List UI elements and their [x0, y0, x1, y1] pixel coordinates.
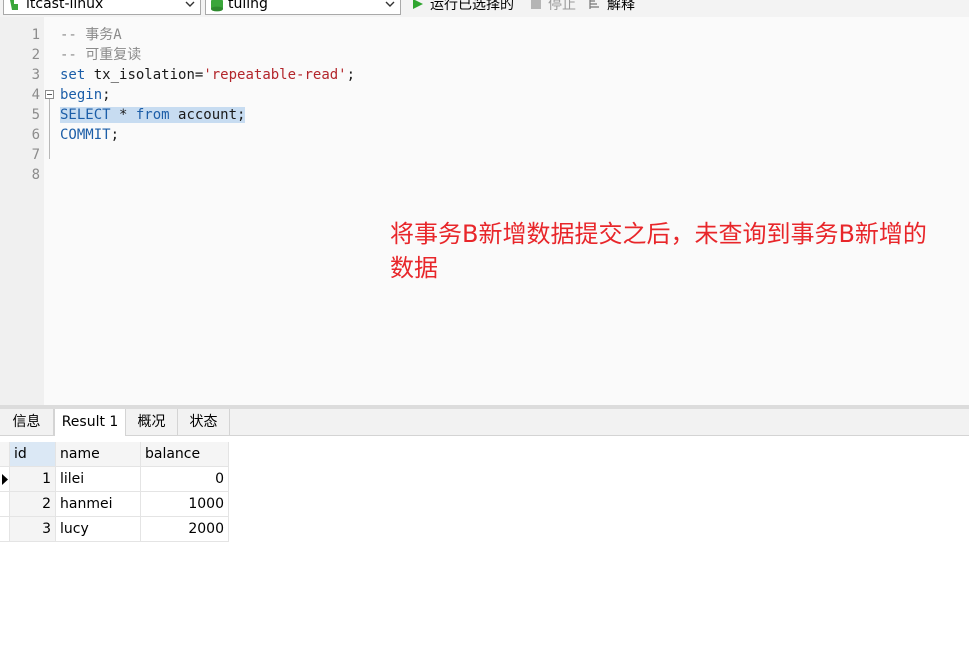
comment: -- 事务A [60, 27, 122, 43]
run-selected-button[interactable]: 运行已选择的 [412, 0, 524, 14]
row-indicator [0, 467, 10, 492]
line-number-gutter: 1 2 3 4 5 6 7 8 [0, 17, 44, 405]
code-text: ; [346, 67, 356, 83]
cell-name[interactable]: lucy [56, 517, 141, 542]
line-number: 6 [31, 127, 40, 143]
row-indicator [0, 492, 10, 517]
code-line-3: set tx_isolation='repeatable-read'; [60, 65, 355, 85]
tab-profile[interactable]: 概况 [126, 409, 178, 435]
stop-button[interactable]: 停止 [530, 0, 582, 14]
selected-text: SELECT * from account; [60, 107, 246, 123]
code-text: account; [169, 107, 246, 123]
current-row-arrow-icon [2, 474, 8, 485]
cell-balance[interactable]: 0 [141, 467, 229, 492]
connection-icon [8, 0, 22, 17]
explain-button[interactable]: 解释 [589, 0, 641, 14]
string-literal: 'repeatable-read' [203, 67, 347, 83]
column-header-name[interactable]: name [56, 442, 141, 467]
grid-header-row: id name balance [0, 442, 229, 467]
cell-name[interactable]: hanmei [56, 492, 141, 517]
stop-icon [531, 0, 541, 9]
connection-label: itcast-linux [26, 0, 104, 12]
cell-balance[interactable]: 2000 [141, 517, 229, 542]
explain-icon [589, 0, 599, 9]
tab-status[interactable]: 状态 [178, 409, 230, 435]
line-number: 5 [31, 107, 40, 123]
tab-result-1[interactable]: Result 1 [54, 409, 126, 436]
chevron-down-icon [384, 0, 396, 15]
table-row[interactable]: 2 hanmei 1000 [0, 492, 229, 517]
annotation-text: 将事务B新增数据提交之后，未查询到事务B新增的数据 [390, 220, 927, 282]
table-row[interactable]: 3 lucy 2000 [0, 517, 229, 542]
line-number: 7 [31, 147, 40, 163]
keyword: COMMIT [60, 127, 111, 143]
chevron-down-icon [184, 0, 196, 15]
database-icon [210, 0, 224, 17]
result-tab-bar: 信息 Result 1 概况 状态 [0, 409, 969, 436]
line-number: 4 [31, 87, 40, 103]
code-line-6: COMMIT; [60, 125, 119, 145]
keyword: from [135, 107, 170, 123]
code-line-1: -- 事务A [60, 25, 122, 45]
play-icon [413, 0, 423, 9]
database-label: tuling [228, 0, 268, 12]
line-number: 2 [31, 47, 40, 63]
code-line-4: begin; [60, 85, 111, 105]
row-indicator [0, 517, 10, 542]
code-text: tx_isolation= [85, 67, 204, 83]
connection-select[interactable]: itcast-linux [3, 0, 201, 15]
column-header-id[interactable]: id [10, 442, 56, 467]
cell-id[interactable]: 1 [10, 467, 56, 492]
code-text: ; [110, 127, 120, 143]
cell-balance[interactable]: 1000 [141, 492, 229, 517]
code-text: ; [102, 87, 111, 103]
row-header-corner [0, 442, 10, 467]
stop-label: 停止 [548, 0, 576, 13]
cell-id[interactable]: 3 [10, 517, 56, 542]
keyword: SELECT [60, 107, 111, 123]
fold-guide-line [49, 99, 50, 159]
code-line-5: SELECT * from account; [60, 105, 246, 125]
line-number: 3 [31, 67, 40, 83]
table-row[interactable]: 1 lilei 0 [0, 467, 229, 492]
code-line-2: -- 可重复读 [60, 45, 141, 65]
tab-info[interactable]: 信息 [0, 409, 54, 435]
keyword: set [60, 67, 86, 83]
column-header-balance[interactable]: balance [141, 442, 229, 467]
toolbar: itcast-linux tuling 运行已选择的 停止 解释 [0, 0, 969, 17]
cell-id[interactable]: 2 [10, 492, 56, 517]
keyword: begin [60, 87, 103, 103]
sql-editor[interactable]: 1 2 3 4 5 6 7 8 -- 事务A -- 可重复读 set tx_is… [0, 17, 969, 405]
explain-label: 解释 [607, 0, 635, 13]
code-text: * [110, 107, 136, 123]
run-selected-label: 运行已选择的 [430, 0, 514, 13]
line-number: 8 [31, 167, 40, 183]
comment: -- 可重复读 [60, 47, 142, 63]
cell-name[interactable]: lilei [56, 467, 141, 492]
fold-toggle-icon[interactable] [45, 90, 54, 99]
database-select[interactable]: tuling [205, 0, 401, 15]
line-number: 1 [31, 27, 40, 43]
